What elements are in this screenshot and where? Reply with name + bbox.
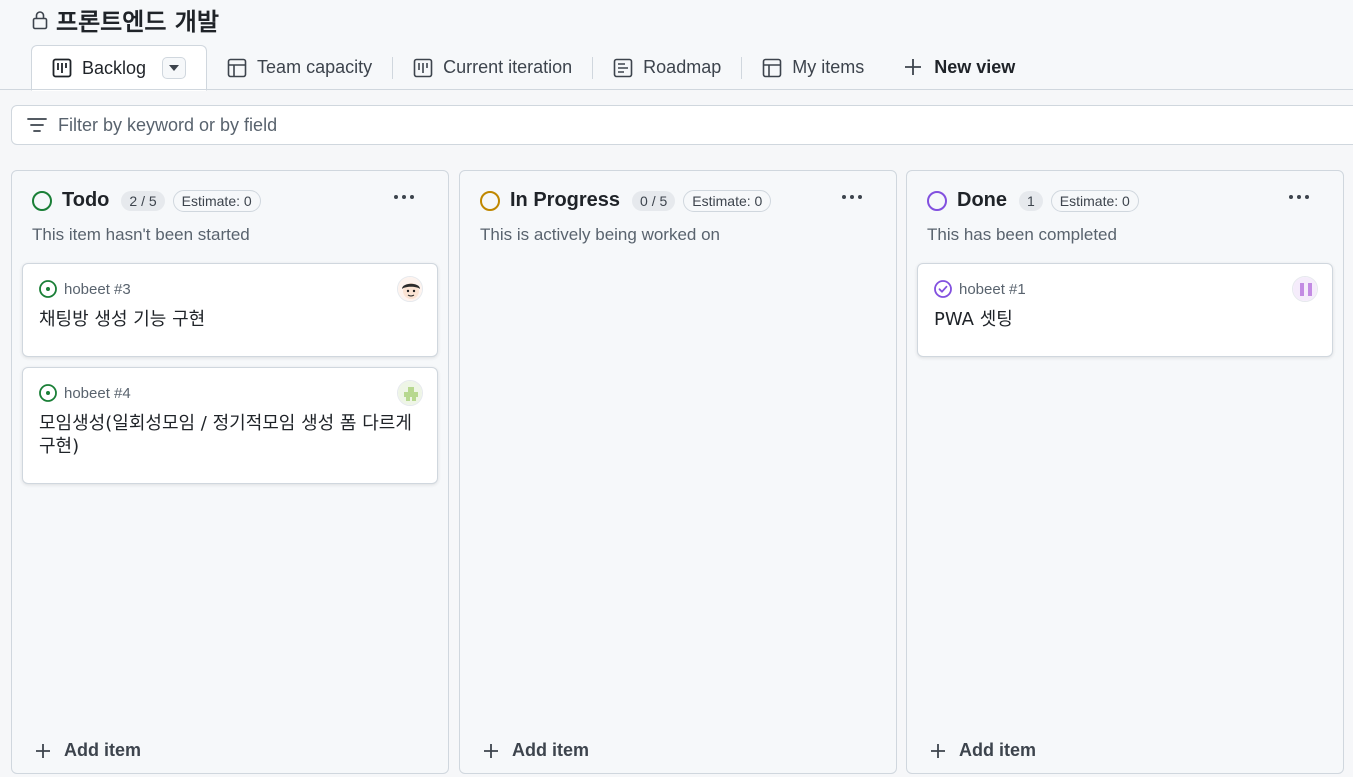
tab-team-capacity[interactable]: Team capacity: [207, 45, 392, 90]
title-row: 프론트엔드 개발: [32, 2, 219, 37]
issue-ref: hobeet #1: [959, 280, 1026, 298]
new-view-button[interactable]: New view: [884, 45, 1035, 90]
add-item-button[interactable]: Add item: [482, 740, 589, 761]
open-issue-icon: [38, 279, 58, 299]
add-item-label: Add item: [512, 740, 590, 760]
new-view-label: New view: [934, 57, 1016, 77]
card-meta: hobeet #3: [38, 279, 131, 299]
column-done: Done 1 Estimate: 0 This has been complet…: [906, 170, 1344, 774]
view-tabs: Backlog Team capacity Current iteration …: [31, 45, 1035, 91]
header-divider: [0, 89, 1353, 90]
issue-title[interactable]: 채팅방 생성 기능 구현: [39, 308, 419, 331]
assignee-avatar[interactable]: [397, 276, 423, 302]
add-item-button[interactable]: Add item: [34, 740, 141, 761]
tab-label: My items: [792, 57, 865, 77]
assignee-avatar[interactable]: [397, 380, 423, 406]
column-menu-icon[interactable]: [1285, 187, 1313, 207]
view-options-dropdown[interactable]: [162, 57, 187, 79]
lock-icon: [32, 9, 50, 31]
issue-ref: hobeet #3: [64, 280, 131, 298]
item-count-badge: 2 / 5: [121, 190, 165, 211]
plus-icon: [482, 742, 500, 760]
tab-label: Current iteration: [443, 57, 573, 77]
estimate-badge: Estimate: 0: [1050, 189, 1139, 212]
board-icon: [413, 58, 433, 78]
issue-title[interactable]: 모임생성(일회성모임 / 정기적모임 생성 폼 다르게 구현): [39, 412, 419, 458]
item-count-badge: 0 / 5: [632, 190, 676, 211]
filter-input[interactable]: [58, 114, 658, 136]
status-todo-icon: [32, 190, 52, 211]
roadmap-icon: [613, 58, 633, 78]
estimate-badge: Estimate: 0: [172, 189, 261, 212]
tab-my-items[interactable]: My items: [742, 45, 884, 90]
tab-current-iteration[interactable]: Current iteration: [393, 45, 592, 90]
item-count-badge: 1: [1019, 190, 1043, 211]
add-item-label: Add item: [64, 740, 142, 760]
column-description: This item hasn't been started: [32, 225, 250, 244]
plus-icon: [904, 58, 924, 78]
assignee-avatar[interactable]: [1292, 276, 1318, 302]
filter-icon: [26, 114, 48, 136]
issue-ref: hobeet #4: [64, 384, 131, 402]
plus-icon: [929, 742, 947, 760]
board-icon: [52, 58, 72, 78]
closed-issue-icon: [933, 279, 953, 299]
page-title: 프론트엔드 개발: [56, 8, 219, 36]
column-title: Done: [957, 189, 1007, 211]
tab-label: Team capacity: [257, 57, 373, 77]
add-item-button[interactable]: Add item: [929, 740, 1036, 761]
issue-title[interactable]: PWA 셋팅: [934, 308, 1314, 331]
column-menu-icon[interactable]: [390, 187, 418, 207]
add-item-label: Add item: [959, 740, 1037, 760]
column-in-progress: In Progress 0 / 5 Estimate: 0 This is ac…: [459, 170, 897, 774]
status-done-icon: [927, 190, 947, 211]
estimate-badge: Estimate: 0: [683, 189, 772, 212]
plus-icon: [34, 742, 52, 760]
issue-card[interactable]: hobeet #1 PWA 셋팅: [917, 263, 1333, 357]
tab-label: Backlog: [82, 57, 147, 78]
column-header: Todo 2 / 5 Estimate: 0: [32, 189, 261, 212]
tab-roadmap[interactable]: Roadmap: [593, 45, 741, 90]
issue-card[interactable]: hobeet #3 채팅방 생성 기능 구현: [22, 263, 438, 357]
tab-backlog[interactable]: Backlog: [31, 45, 208, 91]
column-description: This is actively being worked on: [480, 225, 721, 244]
column-menu-icon[interactable]: [838, 187, 866, 207]
column-todo: Todo 2 / 5 Estimate: 0 This item hasn't …: [11, 170, 449, 774]
open-issue-icon: [38, 383, 58, 403]
column-header: Done 1 Estimate: 0: [927, 189, 1139, 212]
table-icon: [227, 58, 247, 78]
card-meta: hobeet #1: [933, 279, 1026, 299]
filter-bar: [11, 105, 1353, 145]
project-header: 프론트엔드 개발 Backlog Team capacity Current i…: [0, 0, 1353, 91]
column-description: This has been completed: [927, 225, 1117, 244]
status-in-progress-icon: [480, 190, 500, 211]
issue-card[interactable]: hobeet #4 모임생성(일회성모임 / 정기적모임 생성 폼 다르게 구현…: [22, 367, 438, 484]
table-icon: [762, 58, 782, 78]
column-title: In Progress: [510, 189, 621, 211]
column-title: Todo: [62, 189, 110, 211]
column-header: In Progress 0 / 5 Estimate: 0: [480, 189, 772, 212]
card-meta: hobeet #4: [38, 383, 131, 403]
tab-label: Roadmap: [643, 57, 722, 77]
